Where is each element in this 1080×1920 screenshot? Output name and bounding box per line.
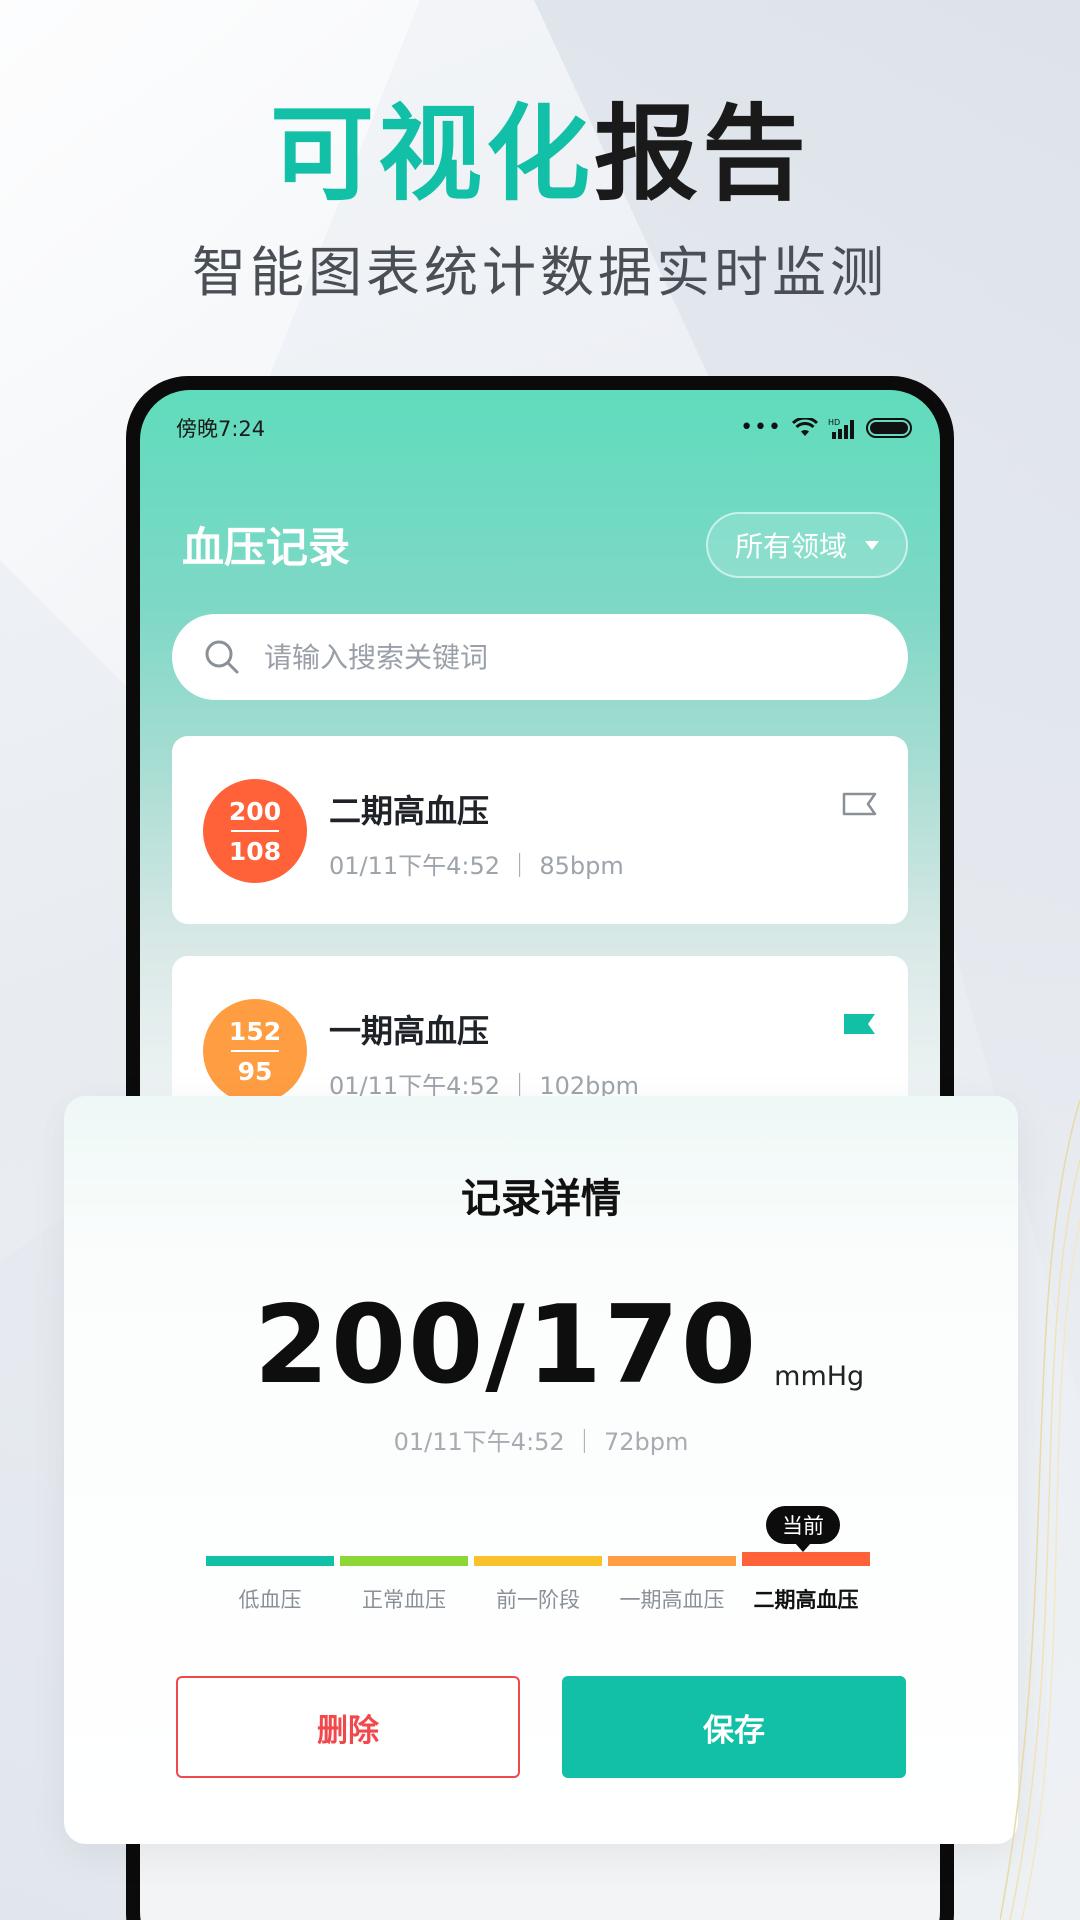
reading-meta: 01/11下午4:52 ｜ 72bpm xyxy=(393,1428,689,1456)
scale-segment xyxy=(474,1556,602,1566)
bp-value-badge: 200 108 xyxy=(203,779,307,883)
scale-label: 正常血压 xyxy=(362,1588,446,1612)
record-level: 二期高血压 xyxy=(329,792,490,830)
caret-down-icon xyxy=(865,540,879,550)
domain-filter-dropdown[interactable]: 所有领域 xyxy=(706,512,908,578)
page-title: 血压记录 xyxy=(182,523,351,572)
scale-segments xyxy=(206,1552,876,1566)
delete-button[interactable]: 删除 xyxy=(176,1676,520,1778)
scale-segment xyxy=(608,1556,736,1566)
scale-segment xyxy=(206,1556,334,1566)
scale-segment xyxy=(340,1556,468,1566)
search-icon xyxy=(205,640,239,674)
record-level: 一期高血压 xyxy=(329,1012,490,1050)
save-button[interactable]: 保存 xyxy=(562,1676,906,1778)
headline-accent: 可视化 xyxy=(269,93,594,215)
record-detail-sheet: 记录详情 200/170 mmHg 01/11下午4:52 ｜ 72bpm 当前… xyxy=(64,1096,1018,1844)
status-time: 傍晚7:24 xyxy=(176,417,266,441)
domain-filter-label: 所有领域 xyxy=(734,530,847,563)
scale-segment xyxy=(742,1552,870,1566)
bp-level-scale: 当前 低血压 正常血压 前一阶段 一期高血压 二期高血压 xyxy=(206,1506,876,1614)
record-card[interactable]: 200 108 二期高血压 01/11下午4:52 ｜ 85bpm xyxy=(172,736,908,924)
scale-label: 一期高血压 xyxy=(619,1588,725,1612)
reading-row: 200/170 mmHg xyxy=(64,1292,1018,1400)
scale-label: 二期高血压 xyxy=(753,1588,859,1612)
bp-unit: mmHg xyxy=(774,1361,865,1392)
bookmark-flag-outline-icon[interactable] xyxy=(842,792,878,816)
promo-subheadline: 智能图表统计数据实时监测 xyxy=(192,241,888,304)
scale-labels: 低血压 正常血压 前一阶段 一期高血压 二期高血压 xyxy=(206,1584,876,1614)
bp-reading: 200/170 xyxy=(253,1283,759,1408)
diastolic-value: 95 xyxy=(237,1056,273,1086)
status-icons: ••• HD xyxy=(740,417,912,439)
bp-value-badge: 152 95 xyxy=(203,999,307,1103)
search-bar[interactable] xyxy=(172,614,908,700)
scale-label: 低血压 xyxy=(238,1588,302,1612)
headline-rest: 报告 xyxy=(594,93,811,215)
battery-icon xyxy=(866,418,912,438)
svg-text:HD: HD xyxy=(828,418,840,427)
bookmark-flag-filled-icon[interactable] xyxy=(842,1012,878,1036)
search-input[interactable] xyxy=(264,640,824,674)
current-level-tooltip: 当前 xyxy=(766,1506,840,1552)
status-bar: 傍晚7:24 ••• HD xyxy=(140,390,940,466)
diastolic-value: 108 xyxy=(228,836,282,866)
sheet-title: 记录详情 xyxy=(461,1176,621,1222)
scale-label: 前一阶段 xyxy=(496,1588,580,1612)
record-meta: 01/11下午4:52 ｜ 85bpm xyxy=(329,852,624,880)
more-dots-icon: ••• xyxy=(740,415,782,440)
signal-icon: HD xyxy=(828,418,854,439)
promo-headline: 可视化报告 xyxy=(0,92,1080,217)
wifi-icon xyxy=(792,418,818,436)
systolic-value: 200 xyxy=(228,796,282,826)
systolic-value: 152 xyxy=(228,1016,282,1046)
